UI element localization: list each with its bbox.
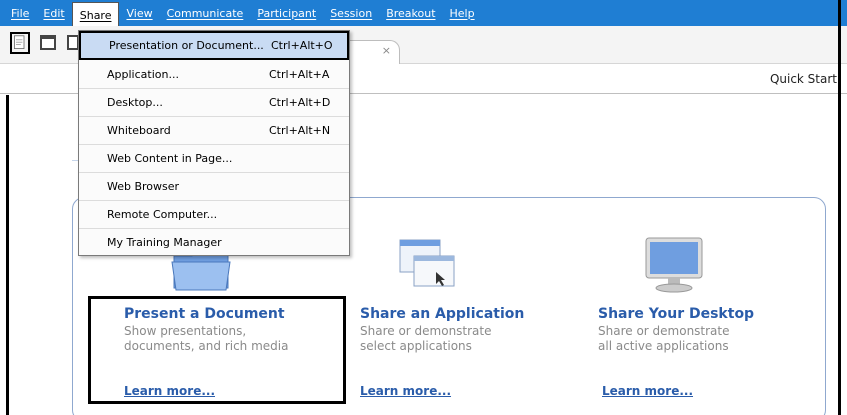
share-document-icon[interactable] <box>10 32 30 54</box>
learn-more-link[interactable]: Learn more... <box>602 384 693 398</box>
menu-item-shortcut: Ctrl+Alt+A <box>269 67 330 81</box>
menu-help[interactable]: Help <box>443 2 482 24</box>
menu-edit[interactable]: Edit <box>36 2 71 24</box>
menu-participant[interactable]: Participant <box>250 2 323 24</box>
menu-file[interactable]: File <box>4 2 36 24</box>
menu-item-label: Application... <box>107 67 179 81</box>
menu-item-web-content[interactable]: Web Content in Page... <box>79 144 349 173</box>
card-title[interactable]: Share Your Desktop <box>598 306 818 322</box>
menu-item-label: Web Browser <box>107 179 180 193</box>
share-menu-dropdown: Presentation or Document... Ctrl+Alt+O A… <box>78 30 350 256</box>
menu-share[interactable]: Share <box>71 2 120 28</box>
menu-item-web-browser[interactable]: Web Browser <box>79 172 349 201</box>
menu-item-shortcut: Ctrl+Alt+O <box>271 39 333 52</box>
close-tab-icon[interactable]: × <box>382 44 391 57</box>
menu-item-remote-computer[interactable]: Remote Computer... <box>79 200 349 229</box>
menu-item-label: My Training Manager <box>107 236 222 249</box>
menu-session[interactable]: Session <box>323 2 379 24</box>
menu-item-desktop[interactable]: Desktop... Ctrl+Alt+D <box>79 88 349 117</box>
menu-item-application[interactable]: Application... Ctrl+Alt+A <box>79 60 349 89</box>
learn-more-link[interactable]: Learn more... <box>360 384 451 398</box>
card-description: Share or demonstrate <box>360 324 492 338</box>
card-share-application[interactable]: Share an Application Share or demonstrat… <box>360 306 580 354</box>
right-edge <box>838 0 841 415</box>
card-share-desktop[interactable]: Share Your Desktop Share or demonstrate … <box>598 306 818 354</box>
menu-item-training-manager[interactable]: My Training Manager <box>79 228 349 257</box>
card-description: all active applications <box>598 339 729 353</box>
menu-item-label: Web Content in Page... <box>107 151 233 165</box>
monitor-icon[interactable] <box>640 236 708 294</box>
menu-item-label: Desktop... <box>107 95 163 109</box>
menu-bar: File Edit Share View Communicate Partici… <box>0 0 847 28</box>
menu-item-shortcut: Ctrl+Alt+D <box>269 95 331 109</box>
menu-item-label: Remote Computer... <box>107 207 218 221</box>
card-description: select applications <box>360 339 472 353</box>
menu-item-whiteboard[interactable]: Whiteboard Ctrl+Alt+N <box>79 116 349 145</box>
menu-item-label: Presentation or Document... <box>109 39 264 52</box>
menu-breakout[interactable]: Breakout <box>379 2 442 24</box>
card-title[interactable]: Share an Application <box>360 306 580 322</box>
menu-view[interactable]: View <box>119 2 159 24</box>
menu-item-shortcut: Ctrl+Alt+N <box>269 123 331 137</box>
left-edge <box>6 95 9 415</box>
quick-start-tab[interactable]: Quick Start <box>770 72 837 86</box>
share-application-icon[interactable] <box>38 32 58 54</box>
highlight-box <box>88 296 346 404</box>
menu-item-label: Whiteboard <box>107 123 171 137</box>
card-description: Share or demonstrate <box>598 324 730 338</box>
application-window-icon[interactable] <box>396 238 458 290</box>
menu-communicate[interactable]: Communicate <box>160 2 251 24</box>
menu-item-presentation[interactable]: Presentation or Document... Ctrl+Alt+O <box>79 31 349 60</box>
